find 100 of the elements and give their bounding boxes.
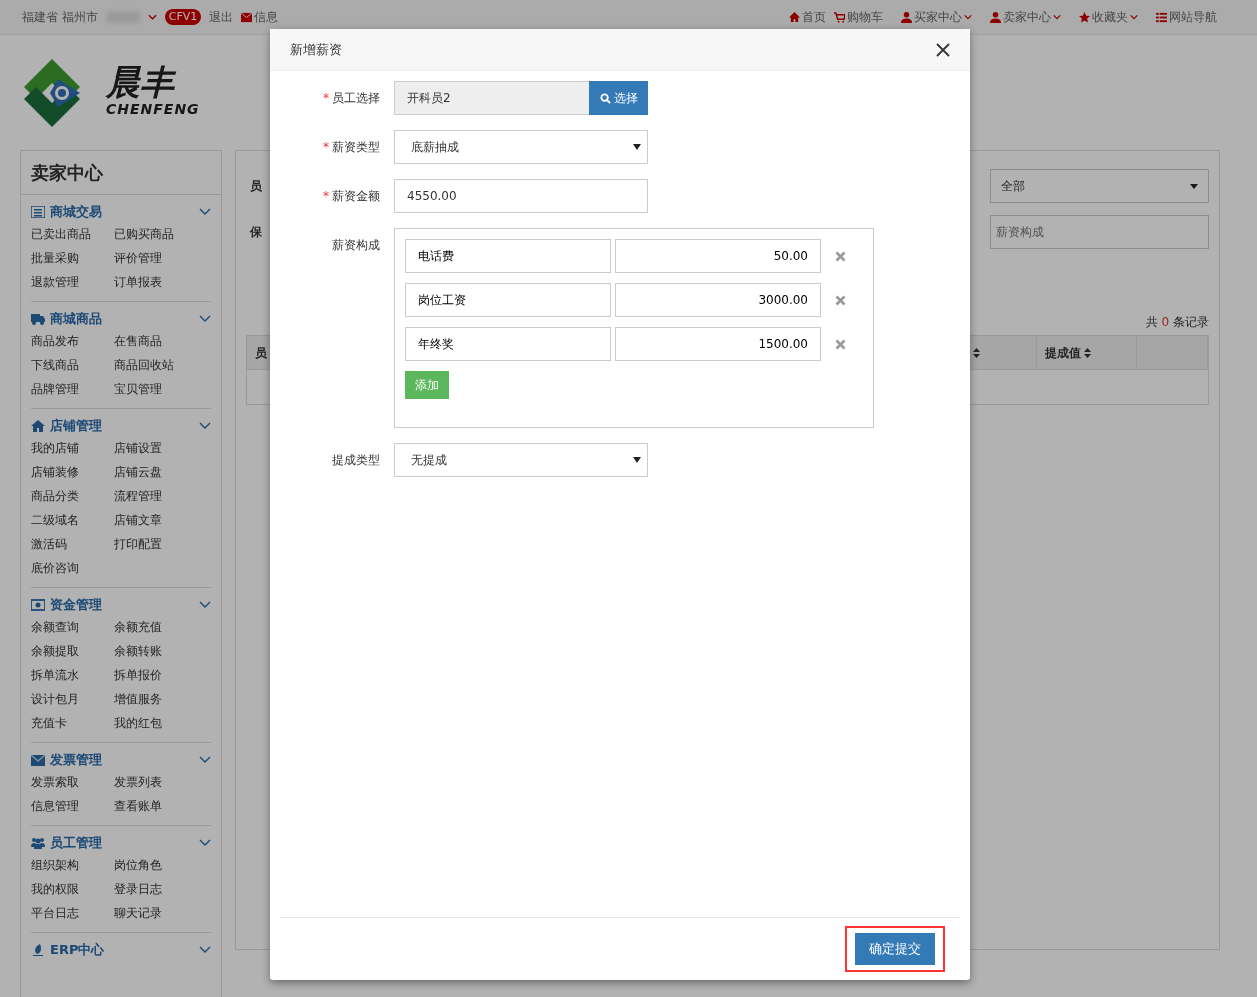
sidebar-link[interactable]: 拆单报价 <box>114 663 197 687</box>
caret-icon <box>633 457 641 463</box>
item-name-field[interactable]: 电话费 <box>405 239 611 273</box>
sidebar-link[interactable]: 评价管理 <box>114 246 197 270</box>
sidebar-link[interactable]: 店铺云盘 <box>114 460 197 484</box>
submit-button[interactable]: 确定提交 <box>855 933 935 965</box>
sidebar-link[interactable]: 聊天记录 <box>114 901 197 925</box>
select-button[interactable]: 选择 <box>589 81 648 115</box>
sidebar-link[interactable]: 已卖出商品 <box>31 222 114 246</box>
item-amount-field[interactable]: 50.00 <box>615 239 821 273</box>
field-label: * 员工选择 <box>323 91 380 105</box>
chevron-icon <box>199 839 211 847</box>
sidebar-link[interactable]: 下线商品 <box>31 353 114 377</box>
sidebar-link[interactable]: 余额查询 <box>31 615 114 639</box>
sidebar-link[interactable]: 发票列表 <box>114 770 197 794</box>
sidebar-link[interactable]: 批量采购 <box>31 246 114 270</box>
column-header[interactable]: 提成值 <box>1037 336 1137 369</box>
remove-button[interactable] <box>835 338 846 350</box>
sidebar-link[interactable]: 我的红包 <box>114 711 197 735</box>
sidebar-group-title[interactable]: 店铺管理 <box>50 416 102 436</box>
item-name-field[interactable]: 岗位工资 <box>405 283 611 317</box>
messages-link[interactable]: 信息 <box>241 8 279 26</box>
envelope-icon <box>241 11 253 23</box>
sidebar-link[interactable]: 退款管理 <box>31 270 114 294</box>
chevron-icon <box>199 315 211 323</box>
sidebar-link[interactable]: 充值卡 <box>31 711 114 735</box>
sidebar-link[interactable]: 我的权限 <box>31 877 114 901</box>
city-label[interactable]: 福州市 <box>61 10 98 24</box>
home-icon <box>31 420 45 432</box>
composition-field[interactable]: 薪资构成 <box>990 215 1209 249</box>
close-icon <box>835 250 846 262</box>
user-icon <box>901 11 912 23</box>
sidebar-link[interactable]: 在售商品 <box>114 329 197 353</box>
select-field[interactable]: 底薪抽成 <box>394 130 648 164</box>
sidebar-link[interactable]: 我的店铺 <box>31 436 114 460</box>
sidebar-link[interactable]: 组织架构 <box>31 853 114 877</box>
sidebar-link[interactable]: 品牌管理 <box>31 377 114 401</box>
search-icon <box>599 92 611 104</box>
sidebar-group-title[interactable]: 商城交易 <box>50 202 102 222</box>
logout-link[interactable]: 退出 <box>209 8 234 26</box>
field-label: * 薪资金额 <box>323 189 380 203</box>
sidebar-group-title[interactable]: 资金管理 <box>50 595 102 615</box>
logo-subtitle: CHENFENG <box>106 100 200 119</box>
sidebar-link[interactable]: 宝贝管理 <box>114 377 197 401</box>
sidebar-link[interactable]: 余额充值 <box>114 615 197 639</box>
amount-field[interactable]: 4550.00 <box>394 179 648 213</box>
sidebar-link[interactable]: 发票索取 <box>31 770 114 794</box>
item-name-field[interactable]: 年终奖 <box>405 327 611 361</box>
sidebar-link[interactable]: 商品回收站 <box>114 353 197 377</box>
user-icon <box>990 11 1001 23</box>
sidebar-link[interactable]: 店铺设置 <box>114 436 197 460</box>
sidebar-link[interactable]: 二级域名 <box>31 508 114 532</box>
item-amount-field[interactable]: 3000.00 <box>615 283 821 317</box>
sidebar-link[interactable]: 商品分类 <box>31 484 114 508</box>
sidebar-group-title[interactable]: ERP中心 <box>50 940 105 960</box>
remove-button[interactable] <box>835 250 846 262</box>
select-field[interactable]: 无提成 <box>394 443 648 477</box>
sidebar-link[interactable]: 打印配置 <box>114 532 197 556</box>
sidebar-link[interactable]: 设计包月 <box>31 687 114 711</box>
sidebar-group-title[interactable]: 发票管理 <box>50 750 102 770</box>
nav-link[interactable]: 收藏夹 <box>1079 8 1138 26</box>
caret-icon <box>147 14 157 20</box>
field-label: 提成类型 <box>332 453 380 467</box>
sidebar-link[interactable]: 已购买商品 <box>114 222 197 246</box>
sidebar-group-title[interactable]: 商城商品 <box>50 309 102 329</box>
truck-icon <box>31 313 45 325</box>
cart-icon <box>834 11 845 23</box>
sidebar-link[interactable]: 拆单流水 <box>31 663 114 687</box>
sidebar-link[interactable]: 底价咨询 <box>31 556 114 580</box>
nav-link[interactable]: 卖家中心 <box>990 8 1061 26</box>
filter-label: 员 <box>249 178 263 195</box>
caret-icon <box>633 144 641 150</box>
sidebar-link[interactable]: 余额提取 <box>31 639 114 663</box>
sidebar-link[interactable]: 岗位角色 <box>114 853 197 877</box>
close-button[interactable] <box>936 42 950 57</box>
sidebar-link[interactable]: 流程管理 <box>114 484 197 508</box>
sidebar-link[interactable]: 订单报表 <box>114 270 197 294</box>
sidebar-group-title[interactable]: 员工管理 <box>50 833 102 853</box>
nav-link[interactable]: 网站导航 <box>1156 8 1217 26</box>
nav-link[interactable]: 购物车 <box>834 8 883 26</box>
status-select[interactable]: 全部 <box>990 169 1209 203</box>
sidebar-link[interactable]: 余额转账 <box>114 639 197 663</box>
leaf-icon <box>31 944 45 956</box>
sidebar-link[interactable]: 平台日志 <box>31 901 114 925</box>
sidebar-link[interactable]: 店铺装修 <box>31 460 114 484</box>
sidebar-link[interactable]: 查看账单 <box>114 794 197 818</box>
sidebar-link[interactable]: 店铺文章 <box>114 508 197 532</box>
employee-field[interactable]: 开科员2 <box>394 81 589 115</box>
logo-name: 晨丰 <box>106 65 177 99</box>
province-label[interactable]: 福建省 <box>22 10 58 24</box>
nav-link[interactable]: 买家中心 <box>901 8 972 26</box>
sidebar-link[interactable]: 信息管理 <box>31 794 114 818</box>
remove-button[interactable] <box>835 294 846 306</box>
sidebar-link[interactable]: 登录日志 <box>114 877 197 901</box>
sidebar-link[interactable]: 增值服务 <box>114 687 197 711</box>
chevron-icon <box>199 422 211 430</box>
nav-link[interactable]: 首页 <box>789 8 826 26</box>
sidebar-link[interactable]: 激活码 <box>31 532 114 556</box>
sidebar-link[interactable]: 商品发布 <box>31 329 114 353</box>
item-amount-field[interactable]: 1500.00 <box>615 327 821 361</box>
